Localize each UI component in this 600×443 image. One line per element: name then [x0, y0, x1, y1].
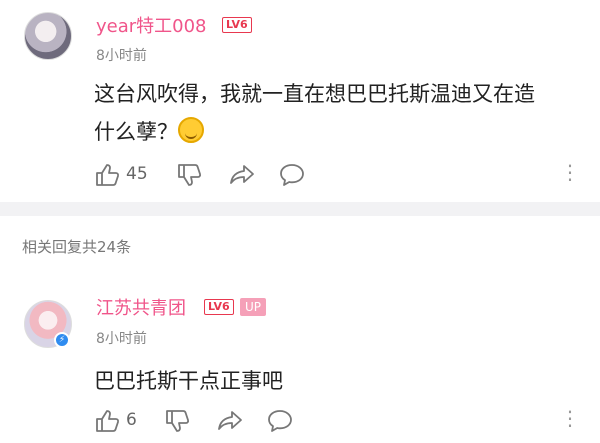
level-badge: LV6: [222, 17, 252, 33]
thumb-up-icon[interactable]: [94, 408, 120, 434]
comment-icon[interactable]: [266, 408, 294, 434]
comment-icon[interactable]: [278, 162, 306, 188]
up-badge: UP: [240, 298, 267, 316]
more-icon[interactable]: ⋮: [560, 406, 580, 430]
laughing-crying-emoji-icon: [178, 117, 204, 143]
username[interactable]: year特工008: [96, 12, 207, 38]
share-icon[interactable]: [216, 408, 244, 434]
avatar[interactable]: [24, 12, 72, 60]
comment-text: 这台风吹得，我就一直在想巴巴托斯温迪又在造 什么孽？: [94, 75, 584, 151]
comment-actions: 6 ⋮: [94, 406, 594, 436]
reply-count-label: 相关回复共24条: [22, 238, 132, 256]
thumb-down-icon[interactable]: [164, 408, 190, 434]
like-count: 45: [126, 164, 148, 184]
username[interactable]: 江苏共青团: [96, 294, 186, 320]
section-divider: [0, 202, 600, 216]
timestamp: 8小时前: [96, 331, 147, 347]
thumb-up-icon[interactable]: [94, 162, 120, 188]
level-badge: LV6: [204, 299, 234, 315]
more-icon[interactable]: ⋮: [560, 160, 580, 184]
comment-text-line: 什么孽？: [94, 113, 584, 151]
share-icon[interactable]: [228, 162, 256, 188]
thumb-down-icon[interactable]: [176, 162, 202, 188]
like-count: 6: [126, 410, 137, 430]
comment-item: ⚡ 江苏共青团 LV6 UP 8小时前 巴巴托斯干点正事吧 6 ⋮: [0, 280, 600, 443]
comment-item: year特工008 LV6 8小时前 这台风吹得，我就一直在想巴巴托斯温迪又在造…: [0, 0, 600, 200]
timestamp: 8小时前: [96, 48, 147, 64]
comment-text: 巴巴托斯干点正事吧: [94, 369, 283, 393]
comment-actions: 45 ⋮: [94, 160, 594, 190]
comment-text-tail: 什么孽？: [94, 120, 178, 144]
verified-icon: ⚡: [54, 332, 70, 348]
comment-text-line: 这台风吹得，我就一直在想巴巴托斯温迪又在造: [94, 82, 535, 106]
